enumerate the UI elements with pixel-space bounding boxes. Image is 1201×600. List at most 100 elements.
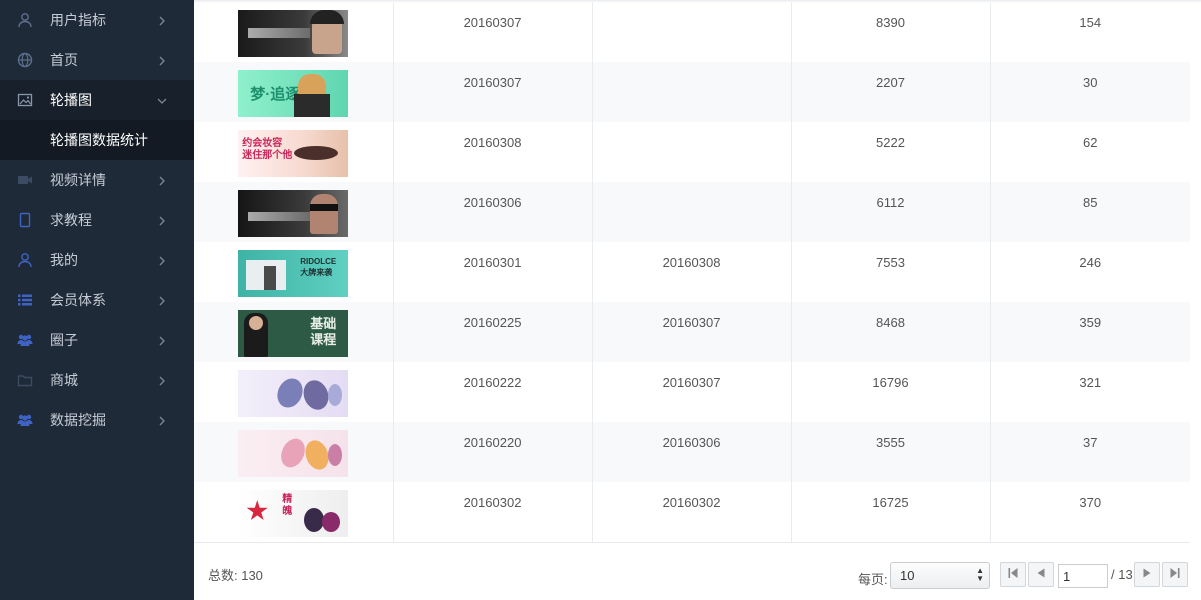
views-cell: 16796 (791, 362, 991, 422)
carousel-thumbnail[interactable]: 梦·追逐 (238, 70, 349, 117)
clicks-cell: 154 (1079, 15, 1102, 30)
clicks-cell: 30 (990, 62, 1190, 122)
carousel-thumbnail[interactable] (238, 370, 349, 417)
carousel-thumbnail[interactable]: RIDOLCE 大牌来袭 (238, 250, 349, 297)
sidebar-item-tutorial-requests[interactable]: 求教程 (0, 200, 194, 240)
start-date-cell: 20160225 (393, 302, 593, 362)
sidebar-item-label: 视频详情 (50, 172, 106, 188)
end-date-cell (592, 62, 792, 122)
views-cell: 2207 (791, 62, 991, 122)
chevron-right-icon (156, 334, 168, 346)
image-icon (16, 91, 34, 109)
sidebar-item-label: 圈子 (50, 332, 78, 348)
thumbnail-cell: 约会妆容 迷住那个他 (194, 122, 394, 182)
chevron-right-icon (156, 14, 168, 26)
sidebar: 用户指标 首页 轮播图 轮播图数据统计 视频详情 求教程 我的 会员体系 圈子 (0, 0, 194, 600)
clicks-cell: 359 (990, 302, 1190, 362)
thumbnail-caption: RIDOLCE 大牌来袭 (300, 257, 337, 277)
globe-icon (16, 51, 34, 69)
views-cell: 7553 (791, 242, 991, 302)
table-row: 20160222 20160307 16796 321 (194, 362, 1190, 422)
carousel-thumbnail[interactable] (238, 190, 349, 237)
sidebar-item-carousel[interactable]: 轮播图 (0, 80, 194, 120)
thumbnail-cell: 梦·追逐 (194, 62, 394, 122)
chevron-right-icon (156, 54, 168, 66)
clicks-cell: 246 (1079, 255, 1102, 270)
thumbnail-cell (194, 2, 394, 62)
sidebar-item-label: 轮播图 (50, 92, 92, 108)
clicks-cell: 62 (1083, 135, 1098, 150)
next-page-button[interactable] (1134, 562, 1160, 587)
thumbnail-cell (194, 182, 394, 242)
table-row: 梦·追逐 20160307 2207 30 (194, 62, 1190, 122)
sidebar-item-home[interactable]: 首页 (0, 40, 194, 80)
sidebar-item-data-mining[interactable]: 数据挖掘 (0, 400, 194, 440)
per-page-select[interactable]: 10 ▲ ▼ (890, 562, 990, 589)
views-cell: 6112 (791, 182, 991, 242)
carousel-thumbnail[interactable] (238, 430, 349, 477)
sidebar-subitem-carousel-stats[interactable]: 轮播图数据统计 (0, 120, 194, 160)
chevron-right-icon (156, 294, 168, 306)
sidebar-item-mall[interactable]: 商城 (0, 360, 194, 400)
table-row: 精魄 20160302 20160302 16725 370 (194, 482, 1190, 542)
thumbnail-cell: 基础 课程 (194, 302, 394, 362)
thumbnail-cell (194, 362, 394, 422)
end-date-cell: 20160307 (592, 362, 792, 422)
pagination-footer: 总数: 130 每页: 10 ▲▼ / 13 (194, 552, 1201, 600)
start-date-cell: 20160307 (393, 2, 593, 62)
clicks-cell: 370 (1079, 495, 1102, 510)
users-icon (16, 411, 34, 429)
table-row: RIDOLCE 大牌来袭 20160301 20160308 7553 246 (194, 242, 1190, 302)
last-page-button[interactable] (1162, 562, 1188, 587)
sidebar-item-mine[interactable]: 我的 (0, 240, 194, 280)
total-count: 总数: 130 (208, 568, 263, 583)
end-date-cell (592, 182, 792, 242)
per-page-value: 10 (900, 568, 915, 583)
sidebar-item-video-details[interactable]: 视频详情 (0, 160, 194, 200)
sidebar-item-label: 会员体系 (50, 292, 106, 308)
select-arrows-icon: ▲ ▼ (976, 566, 984, 583)
end-date-cell: 20160306 (592, 422, 792, 482)
views-cell: 8390 (791, 2, 991, 62)
folder-icon (16, 371, 34, 389)
carousel-thumbnail[interactable]: 约会妆容 迷住那个他 (238, 130, 349, 177)
end-date-cell (592, 2, 792, 62)
chevron-right-icon (156, 214, 168, 226)
thumbnail-caption: 基础 课程 (310, 316, 337, 347)
start-date-cell: 20160302 (393, 482, 593, 542)
start-date-cell: 20160308 (393, 122, 593, 182)
next-page-icon (1141, 566, 1153, 584)
tablet-icon (16, 211, 34, 229)
sidebar-item-label: 商城 (50, 372, 78, 388)
end-date-cell (592, 122, 792, 182)
prev-page-button[interactable] (1028, 562, 1054, 587)
views-cell: 8468 (791, 302, 991, 362)
thumbnail-cell: 精魄 (194, 482, 394, 542)
thumbnail-cell (194, 422, 394, 482)
chevron-right-icon (156, 374, 168, 386)
start-date-cell: 20160220 (393, 422, 593, 482)
sidebar-item-user-metrics[interactable]: 用户指标 (0, 0, 194, 40)
thumbnail-cell: RIDOLCE 大牌来袭 (194, 242, 394, 302)
chevron-right-icon (156, 254, 168, 266)
page-number-input[interactable] (1058, 564, 1108, 588)
end-date-cell: 20160307 (592, 302, 792, 362)
end-date-cell: 20160308 (592, 242, 792, 302)
main-content: 20160307 8390 154 梦·追逐 20160307 2207 30 … (194, 0, 1201, 600)
carousel-thumbnail[interactable]: 精魄 (238, 490, 349, 537)
carousel-thumbnail[interactable] (238, 10, 349, 57)
thumbnail-caption: 梦·追逐 (250, 86, 301, 103)
total-pages: / 13 (1111, 567, 1133, 582)
sidebar-item-label: 首页 (50, 52, 78, 68)
chevron-down-icon (156, 94, 168, 106)
thumbnail-caption: 精魄 (282, 494, 293, 517)
views-cell: 3555 (791, 422, 991, 482)
start-date-cell: 20160301 (393, 242, 593, 302)
sidebar-item-circle[interactable]: 圈子 (0, 320, 194, 360)
sidebar-item-membership[interactable]: 会员体系 (0, 280, 194, 320)
first-page-button[interactable] (1000, 562, 1026, 587)
carousel-thumbnail[interactable]: 基础 课程 (238, 310, 349, 357)
views-cell: 16725 (791, 482, 991, 542)
thumbnail-caption: 约会妆容 迷住那个他 (242, 138, 293, 161)
table-row: 20160220 20160306 3555 37 (194, 422, 1190, 482)
